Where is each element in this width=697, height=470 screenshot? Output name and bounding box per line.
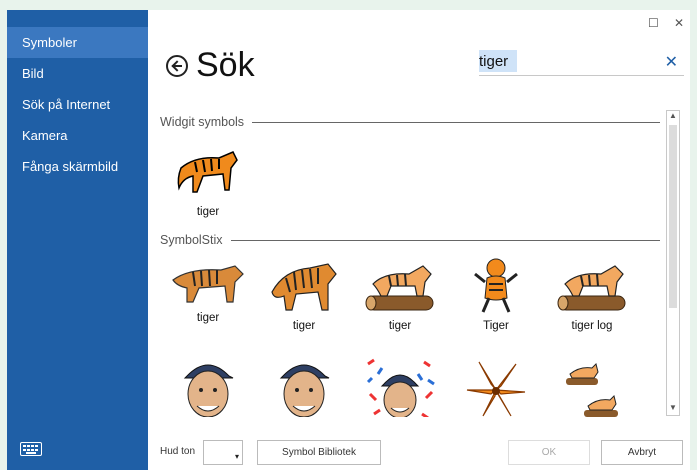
symbol-label: Tiger [483, 320, 509, 332]
tiger-icon [271, 263, 337, 311]
sidebar: Symboler Bild Sök på Internet Kamera Fån… [7, 10, 148, 470]
symbol-item[interactable] [352, 348, 448, 417]
divider [230, 239, 660, 241]
skin-tone-dropdown[interactable]: ▾ [203, 440, 243, 465]
golfer-face-icon [279, 364, 330, 417]
tiger-icon [177, 151, 238, 193]
symbol-label: tiger log [571, 320, 613, 332]
section-title: Widgit symbols [160, 115, 245, 129]
symbol-item[interactable] [544, 348, 640, 417]
section-title: SymbolStix [160, 233, 223, 247]
search-box: ✕ [479, 50, 684, 76]
main-panel: ☐ ✕ Sök ✕ Widgit symbols tiger [148, 10, 690, 470]
search-input[interactable] [479, 50, 517, 72]
scroll-up-icon[interactable]: ▲ [667, 111, 679, 123]
skin-tone-label: Hud ton [160, 446, 196, 457]
results-list: Widgit symbols tiger SymbolStix tiger ti… [160, 112, 660, 417]
section-header: Widgit symbols [160, 112, 660, 132]
dialog-window: Symboler Bild Sök på Internet Kamera Fån… [0, 0, 697, 470]
cancel-button[interactable]: Avbryt [601, 440, 683, 465]
symbol-item[interactable] [160, 348, 256, 417]
symbol-item[interactable]: tiger log [544, 250, 640, 348]
section-header: SymbolStix [160, 230, 660, 250]
tiger-on-log-icon [557, 265, 626, 311]
symbol-label: tiger [196, 206, 220, 218]
scroll-thumb[interactable] [669, 125, 677, 308]
symbol-item[interactable]: tiger [160, 132, 256, 230]
footer-bar: Hud ton ▾ Symbol Bibliotek OK Avbryt [148, 440, 690, 470]
ok-button[interactable]: OK [508, 440, 590, 465]
symbol-item[interactable]: tiger [160, 250, 256, 348]
maximize-button[interactable]: ☐ [648, 16, 659, 30]
results-scrollbar[interactable]: ▲ ▼ [666, 110, 680, 416]
golfer-face-icon [183, 364, 234, 417]
symbol-item[interactable]: Tiger [448, 250, 544, 348]
symbol-item[interactable] [448, 348, 544, 417]
cartoon-tiger-icon [474, 258, 518, 313]
tiger-icon [172, 265, 244, 303]
tiger-lily-icon [466, 361, 526, 417]
symbol-library-button[interactable]: Symbol Bibliotek [257, 440, 381, 465]
tigers-on-logs-icon [566, 363, 618, 417]
sidebar-item-kamera[interactable]: Kamera [7, 120, 148, 151]
divider [252, 121, 660, 123]
sidebar-item-symboler[interactable]: Symboler [7, 27, 148, 58]
symbol-label: tiger [292, 320, 316, 332]
tiger-on-log-icon [365, 265, 434, 311]
back-arrow-icon[interactable] [166, 54, 188, 77]
chevron-down-icon: ▾ [234, 452, 239, 461]
scroll-down-icon[interactable]: ▼ [667, 403, 679, 415]
page-title: Sök [196, 46, 255, 84]
golfer-confetti-icon [366, 358, 435, 417]
clear-search-icon[interactable]: ✕ [665, 52, 678, 72]
keyboard-icon[interactable] [20, 442, 42, 456]
sidebar-item-internet[interactable]: Sök på Internet [7, 89, 148, 120]
close-button[interactable]: ✕ [674, 16, 684, 30]
sidebar-item-skarmbild[interactable]: Fånga skärmbild [7, 151, 148, 182]
symbol-label: tiger [388, 320, 412, 332]
symbol-item[interactable]: tiger [256, 250, 352, 348]
sidebar-item-bild[interactable]: Bild [7, 58, 148, 89]
symbol-label: tiger [196, 312, 220, 324]
symbol-item[interactable]: tiger [352, 250, 448, 348]
symbol-item[interactable] [256, 348, 352, 417]
